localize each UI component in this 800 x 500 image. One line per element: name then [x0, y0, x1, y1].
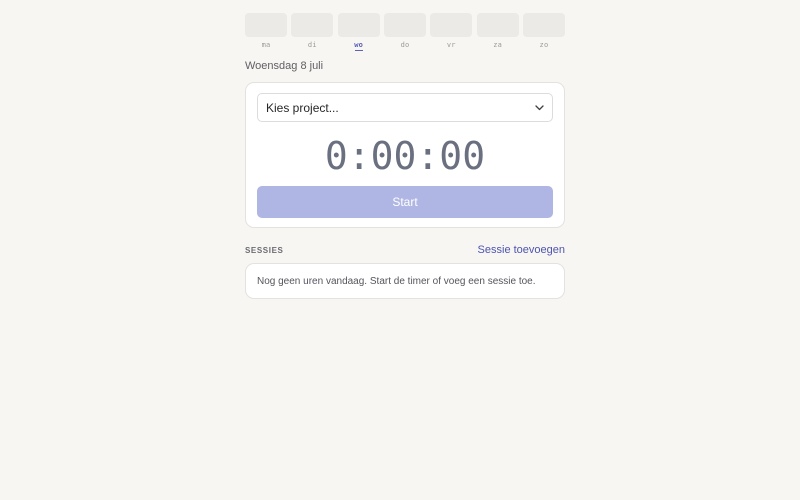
day-label: do [400, 41, 410, 49]
day-ma[interactable]: ma [245, 13, 287, 51]
start-button[interactable]: Start [257, 186, 553, 218]
active-day-indicator [354, 50, 363, 51]
day-zo[interactable]: zo [522, 13, 565, 51]
day-label: vr [446, 41, 456, 49]
day-bar[interactable] [522, 13, 565, 37]
day-label: wo [354, 41, 364, 49]
project-select-value: Kies project... [266, 100, 339, 115]
sessions-empty-state: Nog geen uren vandaag. Start de timer of… [245, 263, 565, 299]
day-bar[interactable] [337, 13, 380, 37]
project-select[interactable]: Kies project... [257, 93, 553, 122]
day-do[interactable]: do [383, 13, 426, 51]
day-vr[interactable]: vr [430, 13, 473, 51]
sessions-header: SESSIES Sessie toevoegen [245, 244, 565, 256]
chevron-down-icon [534, 103, 544, 113]
add-session-link[interactable]: Sessie toevoegen [478, 244, 565, 256]
day-bar[interactable] [476, 13, 519, 37]
day-bar[interactable] [383, 13, 426, 37]
date-heading: Woensdag 8 juli [245, 60, 324, 72]
day-di[interactable]: di [291, 13, 334, 51]
timer-card: Kies project... 0:00:00 Start [245, 82, 565, 228]
timer-display: 0:00:00 [324, 134, 486, 178]
day-wo[interactable]: wo [337, 13, 380, 51]
day-label: za [493, 41, 503, 49]
day-label: zo [539, 41, 549, 49]
empty-state-text: Nog geen uren vandaag. Start de timer of… [257, 275, 536, 287]
day-bar[interactable] [430, 13, 473, 37]
day-bar[interactable] [245, 13, 287, 37]
day-label: di [307, 41, 317, 49]
time-tracker: ma di wo do vr za zo Woensdag 8 juli Kie… [245, 13, 565, 299]
day-za[interactable]: za [476, 13, 519, 51]
week-strip: ma di wo do vr za zo [245, 13, 565, 51]
sessions-title: SESSIES [245, 245, 284, 255]
day-label: ma [261, 41, 271, 49]
day-bar[interactable] [291, 13, 334, 37]
